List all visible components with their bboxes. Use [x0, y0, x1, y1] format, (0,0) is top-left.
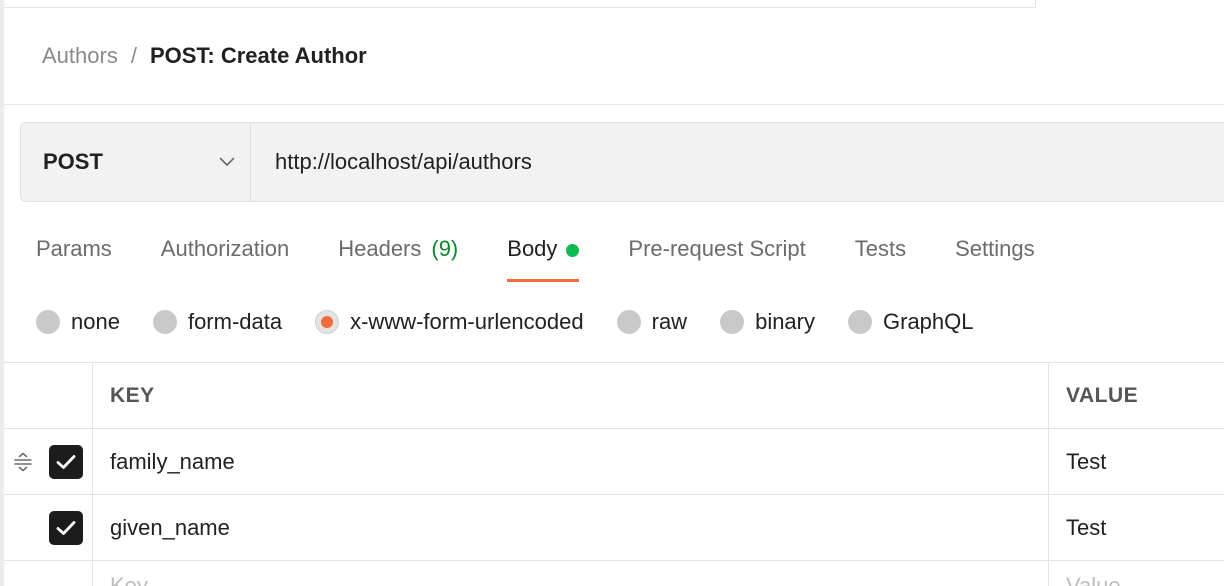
column-divider [92, 429, 93, 494]
table-header-row: KEY VALUE [4, 363, 1224, 429]
table-row-new: Key Value [4, 561, 1224, 586]
new-key-input[interactable]: Key [110, 561, 148, 586]
tab-body-label: Body [507, 236, 558, 261]
breadcrumb: Authors / POST: Create Author [42, 40, 367, 72]
row-handle-cell [4, 429, 92, 494]
body-type-urlencoded[interactable]: x-www-form-urlencoded [315, 309, 584, 335]
body-type-raw-label: raw [651, 309, 688, 334]
breadcrumb-collection[interactable]: Authors [42, 43, 118, 69]
table-row: given_name Test [4, 495, 1224, 561]
tab-authorization-label: Authorization [160, 236, 290, 261]
row-key-input[interactable]: given_name [110, 495, 230, 560]
radio-icon [36, 310, 60, 334]
tab-headers-label: Headers [338, 236, 422, 261]
request-tabs: Params Authorization Headers (9) Body Pr… [36, 228, 1035, 282]
body-type-urlencoded-label: x-www-form-urlencoded [350, 309, 584, 334]
column-header-key: KEY [110, 383, 155, 407]
header-handle-cell [4, 363, 92, 428]
tab-body[interactable]: Body [507, 228, 580, 282]
tab-tests[interactable]: Tests [855, 228, 906, 282]
body-type-graphql-label: GraphQL [883, 309, 974, 334]
tab-settings[interactable]: Settings [955, 228, 1035, 282]
header-divider [4, 104, 1224, 105]
body-type-form-data-label: form-data [187, 309, 283, 334]
body-type-graphql[interactable]: GraphQL [848, 309, 974, 335]
row-handle-cell [4, 495, 92, 560]
row-handle-cell [4, 561, 92, 586]
row-value-input[interactable]: Test [1066, 495, 1106, 560]
headers-count-badge: (9) [431, 236, 459, 261]
breadcrumb-request-name[interactable]: POST: Create Author [150, 43, 367, 69]
row-enabled-checkbox[interactable] [49, 511, 83, 545]
body-type-none-label: none [71, 309, 120, 334]
tab-headers[interactable]: Headers (9) [338, 228, 458, 282]
request-editor: Authors / POST: Create Author POST http:… [0, 0, 1224, 586]
column-header-value: VALUE [1066, 383, 1139, 407]
radio-icon [848, 310, 872, 334]
row-value-input[interactable]: Test [1066, 429, 1106, 494]
column-divider [92, 363, 93, 428]
top-panel-edge [4, 0, 1036, 8]
row-enabled-checkbox[interactable] [49, 445, 83, 479]
body-type-binary[interactable]: binary [720, 309, 815, 335]
url-input[interactable]: http://localhost/api/authors [251, 123, 1224, 201]
column-divider[interactable] [1048, 363, 1049, 428]
column-divider [1048, 429, 1049, 494]
tab-params[interactable]: Params [36, 228, 112, 282]
new-value-input[interactable]: Value [1066, 561, 1121, 586]
row-key-input[interactable]: family_name [110, 429, 235, 494]
radio-selected-icon [315, 310, 340, 334]
method-label: POST [43, 149, 103, 174]
tab-pre-request-script-label: Pre-request Script [628, 236, 806, 261]
body-type-options: none form-data x-www-form-urlencoded raw… [36, 302, 974, 342]
column-divider [92, 561, 93, 586]
drag-handle-icon[interactable] [12, 451, 34, 473]
body-active-dot-icon [566, 244, 580, 257]
method-select[interactable]: POST [21, 123, 251, 201]
column-divider [92, 495, 93, 560]
tab-params-label: Params [36, 236, 112, 261]
radio-icon [152, 310, 177, 334]
radio-icon [616, 310, 641, 334]
chevron-down-icon [208, 157, 246, 167]
body-params-table: KEY VALUE family_name Test given_name Te… [4, 362, 1224, 586]
column-divider [1048, 561, 1049, 586]
body-type-form-data[interactable]: form-data [152, 309, 283, 335]
tab-authorization[interactable]: Authorization [161, 228, 289, 282]
radio-icon [720, 310, 745, 334]
body-type-binary-label: binary [755, 309, 815, 334]
tab-pre-request-script[interactable]: Pre-request Script [628, 228, 805, 282]
body-type-none[interactable]: none [36, 309, 120, 335]
table-row: family_name Test [4, 429, 1224, 495]
tab-tests-label: Tests [854, 236, 907, 261]
url-bar: POST http://localhost/api/authors [20, 122, 1224, 202]
column-divider [1048, 495, 1049, 560]
tab-settings-label: Settings [955, 236, 1035, 261]
breadcrumb-separator: / [130, 43, 137, 68]
active-tab-underline [507, 279, 580, 282]
body-type-raw[interactable]: raw [616, 309, 688, 335]
